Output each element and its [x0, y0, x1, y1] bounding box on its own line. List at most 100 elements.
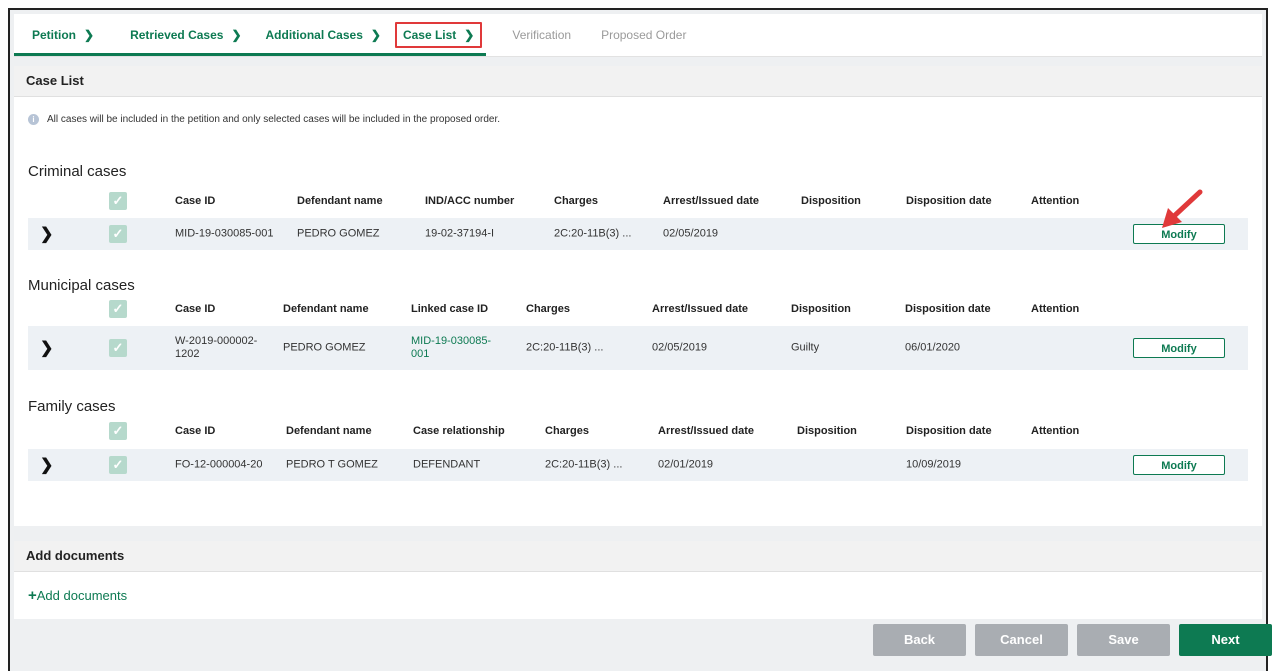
col-attention: Attention [1031, 303, 1080, 315]
col-defendant-name: Defendant name [283, 303, 369, 315]
arrest-date: 02/01/2019 [658, 458, 714, 471]
step-case-list[interactable]: Case List ❯ [394, 22, 483, 48]
step-petition[interactable]: Petition ❯ [14, 14, 101, 56]
defendant-name: PEDRO GOMEZ [297, 227, 380, 240]
col-arrest-date: Arrest/Issued date [652, 303, 748, 315]
col-charges: Charges [526, 303, 571, 315]
add-documents-label: Add documents [36, 588, 128, 603]
col-ind-acc-number: IND/ACC number [425, 195, 515, 207]
chevron-right-icon: ❯ [464, 28, 475, 42]
defendant-name: PEDRO T GOMEZ [286, 458, 378, 471]
col-arrest-date: Arrest/Issued date [663, 195, 759, 207]
col-charges: Charges [545, 425, 590, 437]
select-all-checkbox[interactable]: ✓ [109, 422, 127, 440]
arrest-date: 02/05/2019 [663, 227, 719, 240]
case-list-panel: Case List i All cases will be included i… [14, 66, 1262, 526]
col-disposition-date: Disposition date [906, 195, 992, 207]
chevron-right-icon: ❯ [84, 28, 95, 42]
step-additional-cases[interactable]: Additional Cases ❯ [247, 14, 387, 56]
back-button[interactable]: Back [873, 624, 966, 656]
row-checkbox[interactable]: ✓ [109, 339, 127, 357]
charges: 2C:20-11B(3) ... [545, 458, 623, 471]
save-button[interactable]: Save [1077, 624, 1170, 656]
step-label: Additional Cases [265, 28, 363, 42]
add-documents-panel: Add documents +Add documents [14, 541, 1262, 619]
col-disposition-date: Disposition date [906, 425, 992, 437]
chevron-right-icon: ❯ [370, 28, 381, 42]
wizard-steps: Petition ❯ Retrieved Cases ❯ Additional … [14, 14, 1262, 57]
add-documents-title: Add documents [14, 541, 1262, 572]
municipal-header-row: ✓ Case ID Defendant name Linked case ID … [28, 296, 1248, 322]
linked-case-line-1: MID-19-030085- [411, 335, 492, 347]
disposition-date: 06/01/2020 [905, 341, 961, 354]
row-checkbox[interactable]: ✓ [109, 225, 127, 243]
info-text: All cases will be included in the petiti… [47, 114, 501, 125]
select-all-checkbox[interactable]: ✓ [109, 300, 127, 318]
col-disposition: Disposition [797, 425, 857, 437]
case-id-line-1: W-2019-000002- [175, 335, 258, 347]
charges: 2C:20-11B(3) ... [554, 227, 632, 240]
col-defendant-name: Defendant name [297, 195, 383, 207]
step-label: Verification [512, 28, 572, 42]
defendant-name: PEDRO GOMEZ [283, 341, 366, 354]
family-header-row: ✓ Case ID Defendant name Case relationsh… [28, 418, 1248, 444]
col-case-relationship: Case relationship [413, 425, 505, 437]
step-case-list-wrap: Case List ❯ [386, 14, 487, 56]
next-button[interactable]: Next [1179, 624, 1272, 656]
ind-acc-number: 19-02-37194-I [425, 227, 495, 240]
col-attention: Attention [1031, 195, 1080, 207]
red-arrow-annotation [1162, 189, 1203, 228]
linked-case-line-2: 001 [411, 348, 430, 360]
col-arrest-date: Arrest/Issued date [658, 425, 754, 437]
step-retrieved-cases[interactable]: Retrieved Cases ❯ [100, 14, 248, 56]
charges: 2C:20-11B(3) ... [526, 341, 604, 354]
info-message: i All cases will be included in the peti… [28, 114, 500, 125]
case-list-title: Case List [14, 66, 1262, 97]
step-proposed-order[interactable]: Proposed Order [589, 14, 704, 56]
app-frame: Petition ❯ Retrieved Cases ❯ Additional … [8, 8, 1272, 671]
step-label: Petition [32, 28, 76, 42]
col-defendant-name: Defendant name [286, 425, 372, 437]
step-label: Case List [402, 28, 457, 42]
step-label: Retrieved Cases [130, 28, 224, 42]
municipal-cases-title: Municipal cases [28, 277, 135, 294]
disposition-date: 10/09/2019 [906, 458, 962, 471]
info-icon: i [28, 114, 39, 125]
family-cases-title: Family cases [28, 398, 116, 415]
col-case-id: Case ID [175, 303, 216, 315]
table-row: ❯ ✓ W-2019-000002- 1202 PEDRO GOMEZ MID-… [28, 326, 1248, 370]
select-all-checkbox[interactable]: ✓ [109, 192, 127, 210]
case-id: MID-19-030085-001 [175, 227, 274, 240]
case-id-line-2: 1202 [175, 348, 200, 360]
step-label: Proposed Order [601, 28, 687, 42]
col-case-id: Case ID [175, 195, 216, 207]
col-disposition-date: Disposition date [905, 303, 991, 315]
arrest-date: 02/05/2019 [652, 341, 708, 354]
plus-icon: + [28, 587, 37, 604]
col-case-id: Case ID [175, 425, 216, 437]
chevron-right-icon[interactable]: ❯ [40, 224, 53, 244]
linked-case-link[interactable]: MID-19-030085- 001 [411, 335, 491, 361]
chevron-right-icon[interactable]: ❯ [40, 338, 53, 358]
criminal-header-row: ✓ Case ID Defendant name IND/ACC number … [28, 188, 1248, 214]
case-id: FO-12-000004-20 [175, 458, 263, 471]
chevron-right-icon: ❯ [231, 28, 242, 42]
col-linked-case-id: Linked case ID [411, 303, 489, 315]
table-row: ❯ ✓ FO-12-000004-20 PEDRO T GOMEZ DEFEND… [28, 449, 1248, 481]
add-documents-link[interactable]: +Add documents [28, 587, 127, 604]
disposition: Guilty [791, 341, 820, 354]
step-verification[interactable]: Verification [486, 14, 589, 56]
table-row: ❯ ✓ MID-19-030085-001 PEDRO GOMEZ 19-02-… [28, 218, 1248, 250]
col-attention: Attention [1031, 425, 1080, 437]
col-disposition: Disposition [791, 303, 851, 315]
col-charges: Charges [554, 195, 599, 207]
chevron-right-icon[interactable]: ❯ [40, 455, 53, 475]
modify-button[interactable]: Modify [1133, 338, 1225, 358]
case-relationship: DEFENDANT [413, 458, 481, 471]
cancel-button[interactable]: Cancel [975, 624, 1068, 656]
criminal-cases-title: Criminal cases [28, 163, 127, 180]
case-id: W-2019-000002- 1202 [175, 335, 257, 361]
row-checkbox[interactable]: ✓ [109, 456, 127, 474]
col-disposition: Disposition [801, 195, 861, 207]
modify-button[interactable]: Modify [1133, 455, 1225, 475]
